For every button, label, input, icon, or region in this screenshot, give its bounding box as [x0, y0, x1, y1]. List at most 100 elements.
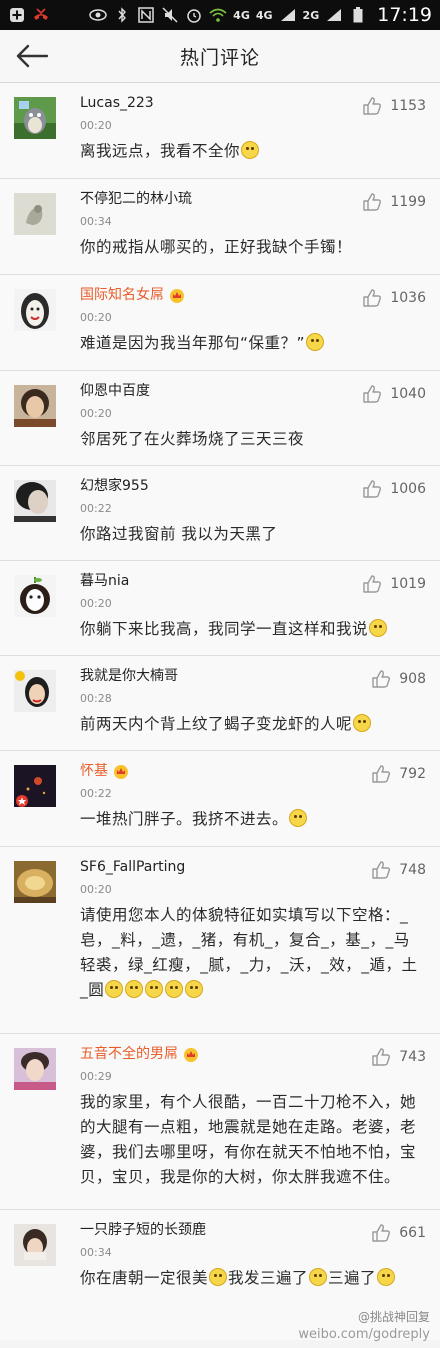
comment-body: 难道是因为我当年那句“保重？” — [80, 334, 306, 352]
like-button[interactable]: 1006 — [362, 480, 426, 498]
avatar[interactable] — [14, 670, 56, 712]
vip-crown-icon — [170, 288, 184, 303]
comment-time: 00:22 — [80, 787, 112, 800]
eye-icon — [89, 7, 107, 23]
comment-item[interactable]: 不停犯二的林小琉 00:34 你的戒指从哪买的，正好我缺个手镯！ 1199 — [0, 179, 440, 275]
author-name: 幻想家955 — [80, 478, 149, 494]
watermark-url: weibo.com/godreply — [298, 1327, 430, 1342]
comment-item[interactable]: 怀基 00:22 一堆热门胖子。我挤不进去。 792 — [0, 751, 440, 847]
thumbs-up-icon — [372, 1224, 391, 1242]
comment-item[interactable]: 国际知名女屌 00:20 难道是因为我当年那句“保重？” 1036 — [0, 275, 440, 371]
avatar[interactable] — [14, 193, 56, 235]
comment-body: 前两天内个背上纹了蝎子变龙虾的人呢 — [80, 715, 353, 733]
author-name: 我就是你大楠哥 — [80, 668, 178, 684]
author-name: 一只脖子短的长颈鹿 — [80, 1222, 206, 1238]
comment-body-3: 三遍了 — [328, 1269, 377, 1287]
comment-text: 我的家里，有个人很酷，一百二十刀枪不入，她的大腿有一点粗，地震就是她在走路。老婆… — [80, 1093, 417, 1186]
like-count: 1199 — [390, 194, 426, 210]
emoji-icon — [353, 714, 372, 732]
comment-text: 你的戒指从哪买的，正好我缺个手镯！ — [80, 238, 353, 256]
nfc-icon — [137, 7, 155, 23]
status-bar: 4G 4G 2G 17:19 — [0, 0, 440, 30]
like-button[interactable]: 1036 — [362, 289, 426, 307]
like-button[interactable]: 1019 — [362, 575, 426, 593]
comment-item[interactable]: 仰恩中百度 00:20 邻居死了在火葬场烧了三天三夜 1040 — [0, 371, 440, 466]
status-time: 17:19 — [377, 4, 432, 26]
silent-icon — [161, 7, 179, 23]
emoji-icon — [105, 980, 124, 998]
network-4g-label-2: 4G — [255, 8, 273, 22]
emoji-icon — [165, 980, 184, 998]
comment-item[interactable]: 暮马nia 00:20 你躺下来比我高，我同学一直这样和我说 1019 — [0, 561, 440, 656]
avatar[interactable] — [14, 97, 56, 139]
thumbs-up-icon — [363, 575, 382, 593]
add-icon — [8, 7, 26, 23]
like-button[interactable]: 792 — [371, 765, 426, 783]
comment-time: 00:28 — [80, 692, 112, 705]
like-button[interactable]: 743 — [371, 1048, 426, 1066]
author-name: SF6_FallParting — [80, 859, 186, 875]
like-button[interactable]: 1040 — [362, 385, 426, 403]
comment-text: 一堆热门胖子。我挤不进去。 — [80, 807, 424, 832]
like-count: 1019 — [390, 576, 426, 592]
back-arrow-icon — [16, 44, 49, 68]
missed-call-icon — [32, 7, 50, 23]
avatar[interactable] — [14, 480, 56, 522]
comment-time: 00:20 — [80, 883, 112, 896]
like-button[interactable]: 1153 — [362, 97, 426, 115]
like-count: 748 — [399, 862, 426, 878]
comment-text: 离我远点，我看不全你 — [80, 139, 424, 164]
comment-time: 00:20 — [80, 407, 112, 420]
comment-body-2: 我发三遍了 — [228, 1269, 309, 1287]
emoji-icon — [369, 619, 388, 637]
author-name: Lucas_223 — [80, 95, 154, 111]
avatar[interactable] — [14, 385, 56, 427]
emoji-icon — [241, 141, 260, 159]
comment-item[interactable]: Lucas_223 00:20 离我远点，我看不全你 1153 — [0, 83, 440, 179]
signal-icon-2 — [325, 7, 343, 23]
back-button[interactable] — [14, 42, 50, 70]
emoji-icon — [185, 980, 204, 998]
page-title: 热门评论 — [179, 46, 260, 69]
comment-text: 你路过我窗前 我以为天黑了 — [80, 525, 278, 543]
like-button[interactable]: 748 — [371, 861, 426, 879]
like-count: 908 — [399, 671, 426, 687]
comment-item[interactable]: 五音不全的男屌 00:29 我的家里，有个人很酷，一百二十刀枪不入，她的大腿有一… — [0, 1034, 440, 1210]
like-button[interactable]: 661 — [371, 1224, 426, 1242]
comment-body: 离我远点，我看不全你 — [80, 142, 241, 160]
network-4g-label: 4G — [233, 8, 250, 22]
emoji-icon — [289, 809, 308, 827]
emoji-icon — [377, 1268, 396, 1286]
avatar[interactable] — [14, 289, 56, 331]
comment-time: 00:20 — [80, 597, 112, 610]
avatar[interactable] — [14, 1048, 56, 1090]
thumbs-up-icon — [363, 385, 382, 403]
watermark: @挑战神回复 weibo.com/godreply — [298, 1308, 430, 1344]
emoji-icon — [309, 1268, 328, 1286]
comment-body: 你在唐朝一定很美 — [80, 1269, 209, 1287]
comment-time: 00:22 — [80, 502, 112, 515]
like-count: 1006 — [390, 481, 426, 497]
author-name: 五音不全的男屌 — [80, 1046, 178, 1062]
vip-crown-icon — [184, 1047, 198, 1062]
avatar[interactable] — [14, 575, 56, 617]
avatar[interactable] — [14, 1224, 56, 1266]
like-button[interactable]: 908 — [371, 670, 426, 688]
avatar[interactable] — [14, 861, 56, 903]
author-name: 不停犯二的林小琉 — [80, 191, 192, 207]
watermark-handle: @挑战神回复 — [357, 1310, 430, 1324]
emoji-icon — [306, 333, 325, 351]
thumbs-up-icon — [372, 1048, 391, 1066]
like-count: 661 — [399, 1225, 426, 1241]
like-count: 1040 — [390, 386, 426, 402]
vip-crown-icon — [114, 764, 128, 779]
signal-icon — [279, 7, 297, 23]
comment-item[interactable]: SF6_FallParting 00:20 请使用您本人的体貌特征如实填写以下空… — [0, 847, 440, 1034]
comment-item[interactable]: 我就是你大楠哥 00:28 前两天内个背上纹了蝎子变龙虾的人呢 908 — [0, 656, 440, 751]
bluetooth-icon — [113, 7, 131, 23]
comment-item[interactable]: 幻想家955 00:22 你路过我窗前 我以为天黑了 1006 — [0, 466, 440, 561]
avatar[interactable] — [14, 765, 56, 807]
author-name: 国际知名女屌 — [80, 287, 164, 303]
like-button[interactable]: 1199 — [362, 193, 426, 211]
thumbs-up-icon — [372, 670, 391, 688]
